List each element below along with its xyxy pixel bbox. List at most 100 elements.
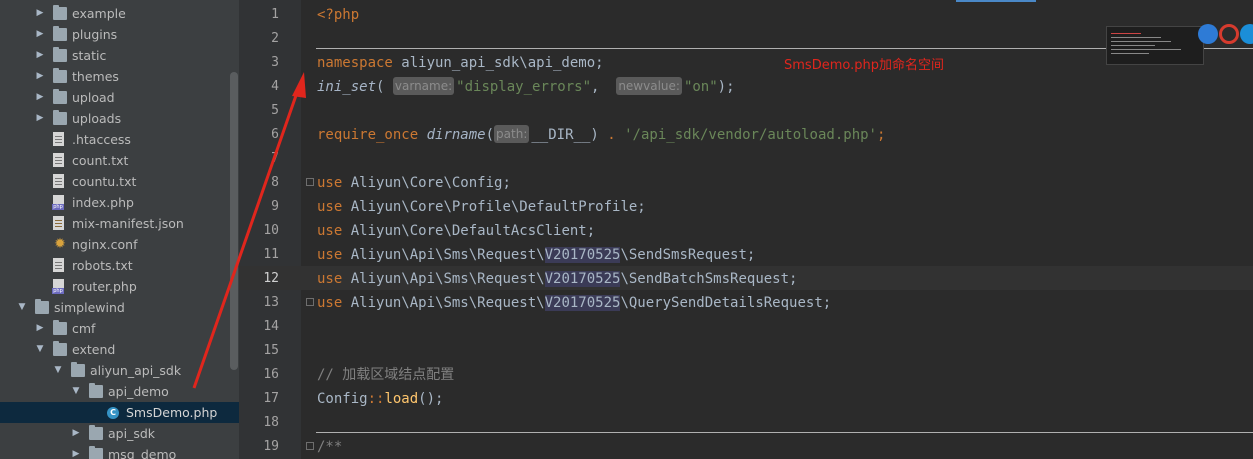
tree-item-router-php[interactable]: router.php	[0, 276, 239, 297]
code-line-1: <?php	[317, 3, 359, 27]
collapse-arrow-icon[interactable]: ▶	[71, 444, 81, 459]
tree-item-countu-txt[interactable]: countu.txt	[0, 171, 239, 192]
tree-item-extend[interactable]: ▼ extend	[0, 339, 239, 360]
keyword: namespace	[317, 55, 393, 71]
folder-icon	[71, 362, 85, 377]
function-name: ini_set	[317, 79, 377, 95]
line-number: 15	[263, 343, 279, 358]
tree-item-robots-txt[interactable]: robots.txt	[0, 255, 239, 276]
project-tree-panel: ▶ example ▶ plugins ▶ static ▶ themes ▶ upload ▶ up…	[0, 0, 239, 459]
expand-arrow-icon[interactable]: ▼	[53, 360, 63, 381]
tree-item-label: upload	[72, 90, 115, 105]
collapse-arrow-icon[interactable]: ▶	[35, 87, 45, 108]
tree-item-nginx-conf[interactable]: ✹ nginx.conf	[0, 234, 239, 255]
tree-item-label: index.php	[72, 195, 134, 210]
tree-item-upload[interactable]: ▶ upload	[0, 87, 239, 108]
line-number: 3	[271, 55, 279, 70]
line-number: 14	[263, 319, 279, 334]
expand-arrow-icon[interactable]: ▼	[71, 381, 81, 402]
opera-icon[interactable]	[1219, 24, 1239, 44]
line-number: 16	[263, 367, 279, 382]
tree-item-label: static	[72, 48, 107, 63]
tree-item-label: plugins	[72, 27, 118, 42]
code-editor[interactable]: <?php namespace aliyun_api_sdk\api_demo;…	[301, 0, 1253, 459]
tree-item-api-demo[interactable]: ▼ api_demo	[0, 381, 239, 402]
expand-arrow-icon[interactable]: ▼	[35, 339, 45, 360]
code-line-12: use Aliyun\Api\Sms\Request\V20170525\Sen…	[317, 271, 798, 287]
file-class-icon: C	[107, 407, 119, 419]
active-tab-indicator	[956, 0, 1036, 2]
comment: /**	[317, 439, 343, 455]
line-number: 12	[263, 271, 279, 286]
comment: // 加载区域结点配置	[317, 367, 455, 383]
code-line-11: use Aliyun\Api\Sms\Request\V20170525\Sen…	[317, 247, 756, 263]
folder-icon	[53, 341, 67, 356]
edge-icon[interactable]	[1240, 24, 1253, 44]
tree-item-htaccess[interactable]: .htaccess	[0, 129, 239, 150]
folder-icon	[53, 320, 67, 335]
line-number: 9	[271, 199, 279, 214]
collapse-arrow-icon[interactable]: ▶	[71, 423, 81, 444]
tree-item-label: example	[72, 6, 126, 21]
highlighted-identifier: V20170525	[544, 295, 621, 311]
code-line-8: use Aliyun\Core\Config;	[317, 175, 511, 191]
keyword: require_once	[317, 127, 419, 143]
tree-item-count-txt[interactable]: count.txt	[0, 150, 239, 171]
tree-item-label: router.php	[72, 279, 137, 294]
tree-item-label: msg_demo	[108, 447, 177, 459]
tree-item-label: cmf	[72, 321, 96, 336]
folder-icon	[53, 5, 67, 20]
tree-item-example[interactable]: ▶ example	[0, 3, 239, 24]
expand-arrow-icon[interactable]: ▼	[17, 297, 27, 318]
folder-icon	[53, 89, 67, 104]
highlighted-identifier: V20170525	[544, 247, 621, 263]
tree-item-label: api_demo	[108, 384, 169, 399]
tree-item-label: robots.txt	[72, 258, 133, 273]
folder-icon	[53, 47, 67, 62]
tree-item-msg-demo[interactable]: ▶ msg_demo	[0, 444, 239, 459]
collapse-arrow-icon[interactable]: ▶	[35, 318, 45, 339]
collapse-arrow-icon[interactable]: ▶	[35, 3, 45, 24]
file-conf-icon: ✹	[54, 236, 66, 252]
sidebar-scrollbar[interactable]	[230, 72, 238, 370]
tree-item-themes[interactable]: ▶ themes	[0, 66, 239, 87]
php-open-tag: <?php	[317, 7, 360, 23]
code-line-17: Config::load();	[317, 391, 444, 407]
function-name: load	[384, 391, 419, 407]
collapse-arrow-icon[interactable]: ▶	[35, 66, 45, 87]
tree-item-plugins[interactable]: ▶ plugins	[0, 24, 239, 45]
line-number: 5	[271, 103, 279, 118]
tree-item-simplewind[interactable]: ▼ simplewind	[0, 297, 239, 318]
tree-item-cmf[interactable]: ▶ cmf	[0, 318, 239, 339]
line-number: 18	[263, 415, 279, 430]
folder-icon	[53, 110, 67, 125]
tree-item-aliyun-api-sdk[interactable]: ▼ aliyun_api_sdk	[0, 360, 239, 381]
tree-item-uploads[interactable]: ▶ uploads	[0, 108, 239, 129]
tree-item-label: count.txt	[72, 153, 129, 168]
parameter-hint: path:	[494, 125, 530, 143]
collapse-arrow-icon[interactable]: ▶	[35, 45, 45, 66]
thumbnail-preview	[1106, 26, 1204, 65]
tree-item-static[interactable]: ▶ static	[0, 45, 239, 66]
collapse-arrow-icon[interactable]: ▶	[35, 108, 45, 129]
namespace-path: aliyun_api_sdk\api_demo;	[392, 55, 604, 71]
tree-item-mix-manifest-json[interactable]: mix-manifest.json	[0, 213, 239, 234]
function-name: dirname	[426, 127, 486, 143]
highlighted-identifier: V20170525	[544, 271, 621, 287]
parameter-hint: newvalue:	[616, 77, 682, 95]
browser-icon[interactable]	[1198, 24, 1218, 44]
code-line-3: namespace aliyun_api_sdk\api_demo;	[317, 51, 604, 75]
line-number: 13	[263, 295, 279, 310]
collapse-arrow-icon[interactable]: ▶	[35, 24, 45, 45]
string-literal: "on"	[683, 79, 718, 95]
tree-item-index-php[interactable]: index.php	[0, 192, 239, 213]
folder-icon	[53, 26, 67, 41]
code-line-16: // 加载区域结点配置	[317, 363, 454, 387]
file-txt-icon	[53, 174, 64, 188]
file-php-icon	[52, 195, 64, 210]
line-number: 1	[271, 7, 279, 22]
string-literal: '/api_sdk/vendor/autoload.php'	[624, 127, 877, 143]
tree-item-label: uploads	[72, 111, 122, 126]
tree-item-api-sdk[interactable]: ▶ api_sdk	[0, 423, 239, 444]
tree-item-smsdemo-php[interactable]: C SmsDemo.php	[0, 402, 239, 423]
